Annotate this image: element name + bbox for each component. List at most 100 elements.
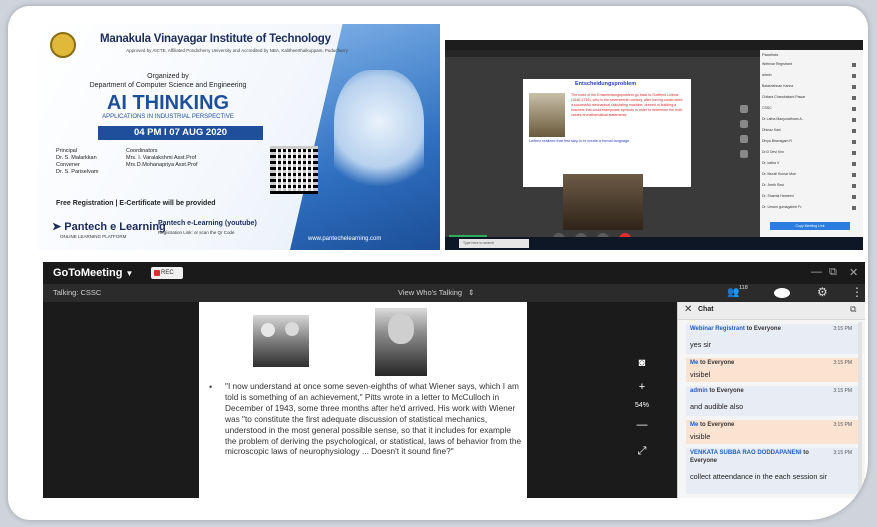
minus-icon[interactable]: — [629,416,655,434]
participant-row[interactable]: Dr Latha Manjunathram A.. [762,117,848,123]
mic-icon [852,140,856,144]
small-zoom-tools [737,105,751,165]
fullscreen-icon[interactable]: ⤢ [629,442,655,460]
sender-name: VENKATA SUBBA RAO DODDAPANENI [690,450,802,456]
sender-recipient: to Everyone [746,326,781,332]
presenter-video [563,174,643,230]
robot-hand-image [334,70,424,200]
photo-two-men [253,315,309,367]
role-line: Dr. S. Pariselvam [56,169,99,175]
people-icon[interactable]: 👥 [727,287,739,298]
minimize-icon[interactable]: — [811,266,822,278]
event-date: 04 PM I 07 AUG 2020 [98,126,263,140]
rec-badge[interactable]: REC [151,267,183,279]
role-line: Convener [56,162,80,168]
gear-icon[interactable]: ⚙ [817,285,828,299]
chat-message: VENKATA SUBBA RAO DODDAPANENI to Everyon… [686,448,858,494]
copy-link-button[interactable]: Copy Meeting Link [770,222,850,230]
record-icon [154,270,160,276]
camera-icon[interactable] [740,105,748,113]
chat-sender: Me to Everyone [690,422,810,430]
sender-name: Webinar Registrant [690,326,745,332]
plus-icon[interactable]: + [629,378,655,396]
view-selector[interactable]: View Who's Talking ⇕ [398,288,474,297]
sender-name: Me [690,422,699,428]
app-name: GoToMeeting [53,267,123,279]
talking-indicator: Talking: CSSC [53,288,102,297]
small-slide-text: The roots of the Entscheidungsproblem go… [571,93,683,117]
mic-icon [852,173,856,177]
close-icon[interactable]: ✕ [684,304,692,315]
restore-icon[interactable]: ⧉ [829,266,837,279]
mic-icon [852,85,856,89]
chat-sender: Webinar Registrant to Everyone [690,326,810,334]
website-url: www.pantechelearning.com [308,236,382,242]
bullet-mark: • [209,382,213,392]
presentation-slide: • "I now understand at once some seven-e… [199,302,527,498]
chat-time: 3:15 PM [833,360,852,366]
popout-icon[interactable]: ⧉ [850,304,856,315]
close-window-icon[interactable]: ✕ [849,266,858,279]
sender-recipient: to Everyone [709,388,744,394]
chat-icon[interactable] [774,288,790,298]
chat-panel: ✕ Chat ⧉ Webinar Registrant to Everyone 3… [677,302,865,498]
app-menu[interactable]: GoToMeeting ▼ [53,267,133,279]
chat-text: and audible also [690,402,744,411]
chat-scrollbar[interactable] [858,322,862,494]
mic-icon [852,74,856,78]
sender-recipient: to Everyone [700,422,735,428]
chat-message: Webinar Registrant to Everyone 3:15 PM yes… [686,324,858,354]
chat-message: admin to Everyone 3:15 PM and audible also [686,386,858,416]
chat-text: visibel [690,370,711,379]
poster-roles: Principal Dr. S. Malarkkan Convener Dr. … [56,148,98,176]
small-slide: Entscheidungsproblem The roots of the En… [523,79,691,187]
fullscreen-icon[interactable] [740,150,748,158]
mic-icon [852,151,856,155]
chat-title: Chat [698,306,714,313]
participant-row[interactable]: Dhinaz Kani [762,128,848,134]
participant-row[interactable]: Balakrishnan Kanna [762,84,848,90]
pantech-arrow-icon: ➤ [52,221,62,233]
participant-row[interactable]: Dr. Jeeth Ravi [762,183,848,189]
attendee-count: 118 [739,285,748,291]
organized-by: Organized by Department of Computer Scie… [38,72,298,90]
participant-row[interactable]: Dr. katha V [762,161,848,167]
participant-row[interactable]: Webinar Registrant [762,62,848,68]
participant-row[interactable]: Divya Bhavagam R [762,139,848,145]
institute-sub: Approved by AICTE, Affiliated Pondicherr… [126,48,348,53]
plus-icon[interactable] [740,120,748,128]
panel-heading: Panelists [762,52,779,57]
minus-icon[interactable] [740,135,748,143]
taskbar-search[interactable]: Type here to search [459,239,529,248]
chat-time: 3:15 PM [833,422,852,428]
chevron-down-icon: ▼ [125,269,134,278]
mic-icon [852,184,856,188]
participant-row[interactable]: Dr. Murali Kumar Moe [762,172,848,178]
chat-message: Me to Everyone 3:15 PM visible [686,420,858,444]
camera-icon[interactable]: ◙ [629,354,655,372]
participant-row[interactable]: Chitara Chandrakant Pawar [762,95,848,101]
qr-code-pattern [270,146,318,194]
participant-row[interactable]: Dr.D Devi Kim [762,150,848,156]
chat-time: 3:15 PM [833,326,852,332]
sender-name: admin [690,388,708,394]
photo-portrait [375,308,427,376]
view-label: View Who's Talking [398,288,463,297]
participant-row[interactable]: Dr. Shamla Hameed [762,194,848,200]
header-icons: 👥 118 ⚙ ⋮ [677,284,865,302]
small-titlebar [445,40,863,50]
mic-icon [852,63,856,67]
mic-icon [852,107,856,111]
coordinators-label: Coordinators [126,148,158,154]
participant-row[interactable]: admin [762,73,848,79]
participant-row[interactable]: Dr. Umam gumagabhri Fr. [762,205,848,211]
mic-icon [852,195,856,199]
sender-recipient: to Everyone [700,360,735,366]
pantech-logo-text: ➤ Pantech e Learning [52,220,166,233]
participant-row[interactable]: CSSC [762,106,848,112]
more-icon[interactable]: ⋮ [851,285,863,299]
organized-by-label: Organized by [147,73,189,80]
leibniz-portrait [529,93,565,137]
institute-logo [50,32,76,58]
coordinator-line: Mrs.D.Mohanapriya Asst.Prof [126,162,198,168]
